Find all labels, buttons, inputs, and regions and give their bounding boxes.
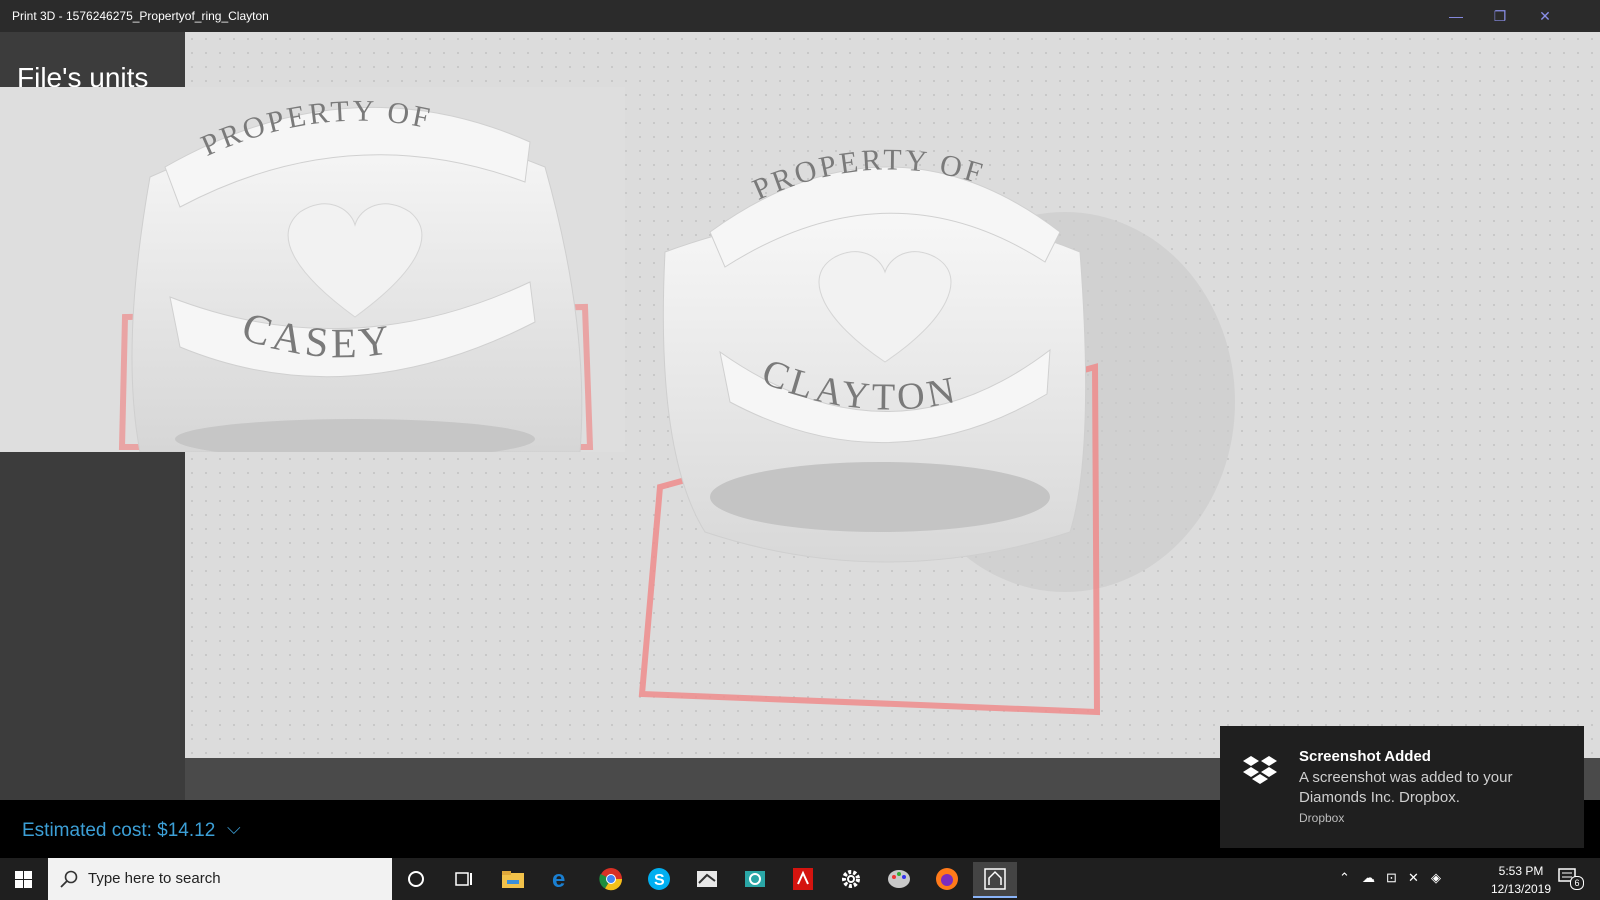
network-icon[interactable]: ⊡	[1386, 870, 1397, 886]
maximize-button[interactable]: ❐	[1489, 6, 1511, 26]
svg-text:S: S	[654, 872, 665, 889]
task-view-icon[interactable]	[442, 862, 486, 896]
settings-icon[interactable]	[829, 862, 873, 896]
photos-icon[interactable]	[733, 862, 777, 896]
dropbox-tray-icon[interactable]: ◈	[1431, 870, 1441, 886]
search-icon	[60, 870, 78, 888]
edge-icon[interactable]: e	[540, 862, 584, 896]
print3d-icon[interactable]	[973, 862, 1017, 898]
toast-title: Screenshot Added	[1299, 748, 1431, 765]
preview-image: PROPERTY OF CASEY	[0, 87, 625, 452]
estimated-cost-label[interactable]: Estimated cost: $14.12	[22, 820, 215, 842]
search-placeholder: Type here to search	[88, 870, 221, 887]
windows-icon	[15, 871, 32, 888]
dropbox-icon	[1243, 756, 1277, 784]
firefox-icon[interactable]	[925, 862, 969, 896]
clock-date[interactable]: 12/13/2019	[1486, 882, 1556, 896]
chevron-down-icon[interactable]: ⌵	[227, 818, 241, 839]
clock-time[interactable]: 5:53 PM	[1494, 864, 1548, 878]
onedrive-icon[interactable]: ☁	[1362, 870, 1375, 886]
minimize-button[interactable]: —	[1445, 6, 1467, 26]
volume-muted-icon[interactable]: ✕	[1408, 870, 1419, 886]
acrobat-icon[interactable]	[781, 862, 825, 896]
file-explorer-icon[interactable]	[491, 862, 535, 896]
title-bar: Print 3D - 1576246275_Propertyof_ring_Cl…	[0, 0, 1600, 32]
notification-count-badge: 6	[1570, 876, 1584, 890]
taskbar-search-box[interactable]: Type here to search	[48, 858, 392, 900]
preview-ring-scene: PROPERTY OF CASEY	[118, 95, 594, 452]
skype-icon[interactable]: S	[637, 862, 681, 896]
cortana-icon[interactable]	[394, 862, 438, 896]
chrome-icon[interactable]	[589, 862, 633, 896]
ring-opening	[710, 462, 1050, 532]
chevron-up-icon[interactable]: ⌃	[1339, 870, 1350, 886]
start-button[interactable]	[0, 858, 46, 900]
toast-source: Dropbox	[1299, 811, 1345, 825]
svg-text:e: e	[552, 867, 565, 891]
close-button[interactable]: ✕	[1534, 6, 1556, 26]
window-title: Print 3D - 1576246275_Propertyof_ring_Cl…	[12, 9, 269, 23]
app-icon[interactable]	[685, 862, 729, 896]
toast-body: A screenshot was added to your Diamonds …	[1299, 769, 1513, 806]
paint-icon[interactable]	[877, 862, 921, 896]
action-center-button[interactable]: 6	[1556, 866, 1584, 892]
